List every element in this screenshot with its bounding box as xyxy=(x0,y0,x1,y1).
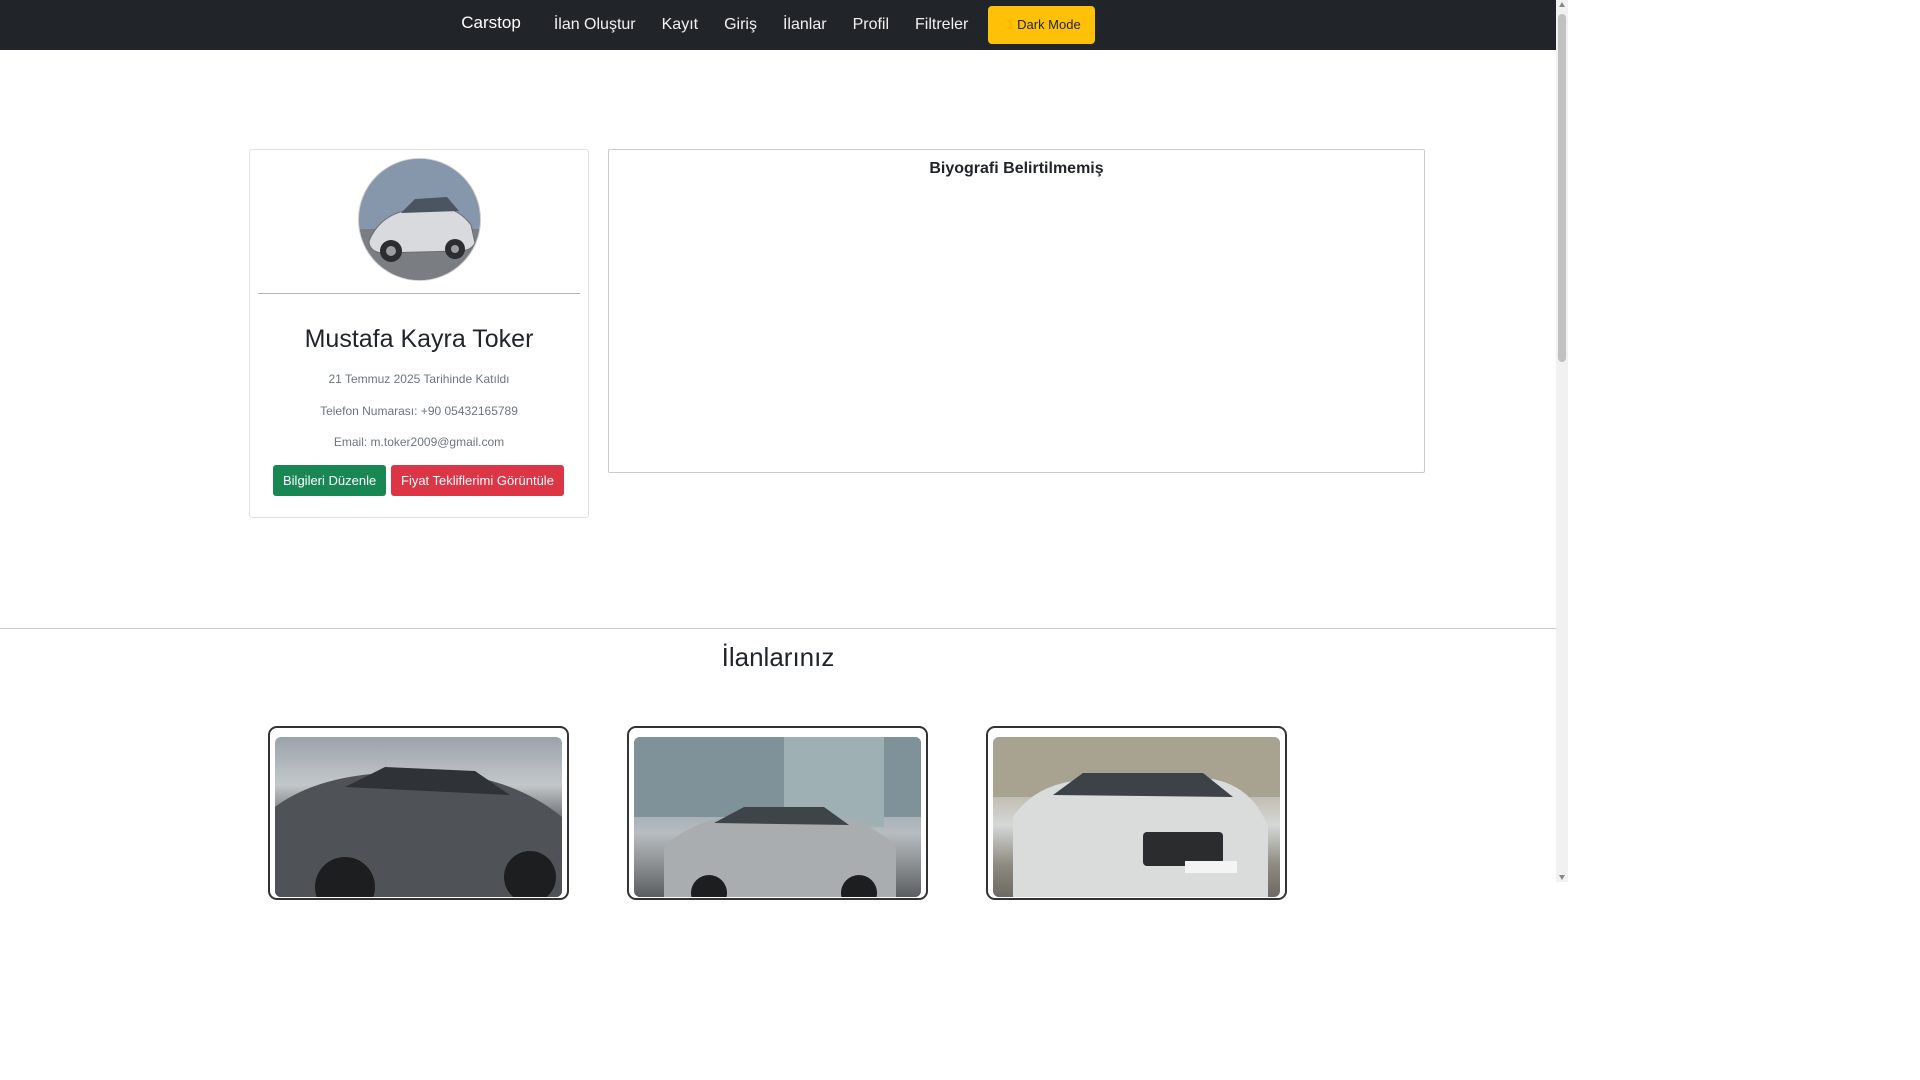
nav-link-listings[interactable]: İlanlar xyxy=(783,16,827,34)
listing-image[interactable] xyxy=(275,737,562,897)
dark-mode-button[interactable]: ☽ Dark Mode xyxy=(988,6,1095,44)
listing-card[interactable] xyxy=(268,726,569,900)
scroll-down-icon[interactable] xyxy=(1559,875,1565,880)
listing-card[interactable] xyxy=(627,726,928,900)
email-address: Email: m.toker2009@gmail.com xyxy=(333,435,505,449)
top-navbar: Carstop İlan Oluştur Kayıt Giriş İlanlar… xyxy=(0,0,1556,50)
brand-link[interactable]: Carstop xyxy=(461,13,521,33)
scroll-thumb[interactable] xyxy=(1558,14,1566,362)
nav-link-create-listing[interactable]: İlan Oluştur xyxy=(554,16,636,34)
listing-image[interactable] xyxy=(634,737,921,897)
nav-link-filters[interactable]: Filtreler xyxy=(915,16,968,34)
nav-link-profile[interactable]: Profil xyxy=(853,16,889,34)
bio-card: Biyografi Belirtilmemiş xyxy=(608,149,1425,473)
dark-mode-label: Dark Mode xyxy=(1017,17,1081,32)
joined-date: 21 Temmuz 2025 Tarihinde Katıldı xyxy=(328,372,510,386)
profile-name: Mustafa Kayra Toker xyxy=(304,325,534,353)
page-scrollbar[interactable] xyxy=(1556,0,1568,882)
nav-link-login[interactable]: Giriş xyxy=(724,16,757,34)
edit-info-button[interactable]: Bilgileri Düzenle xyxy=(273,465,387,496)
listings-title: İlanlarınız xyxy=(721,642,835,672)
phone-number: Telefon Numarası: +90 05432165789 xyxy=(320,404,518,418)
profile-divider xyxy=(258,293,580,294)
scroll-up-icon[interactable] xyxy=(1559,2,1565,7)
listing-image[interactable] xyxy=(993,737,1280,897)
avatar xyxy=(358,158,481,281)
view-offers-button[interactable]: Fiyat Tekliflerimi Görüntüle xyxy=(391,465,564,496)
moon-icon: ☽ xyxy=(1002,18,1014,32)
section-divider xyxy=(0,628,1556,629)
nav-link-register[interactable]: Kayıt xyxy=(662,16,698,34)
bio-text: Biyografi Belirtilmemiş xyxy=(929,160,1104,177)
listing-card[interactable] xyxy=(986,726,1287,900)
profile-card: Mustafa Kayra Toker 21 Temmuz 2025 Tarih… xyxy=(249,149,589,518)
